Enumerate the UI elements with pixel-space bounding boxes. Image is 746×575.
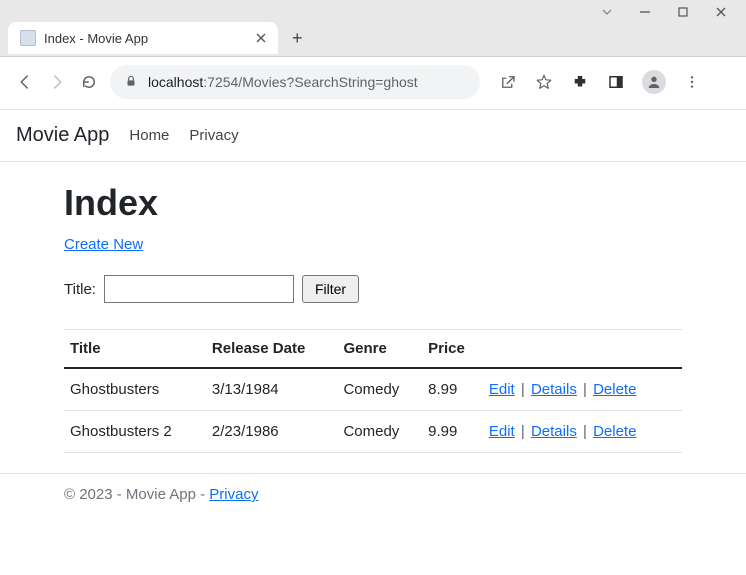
- movies-table: Title Release Date Genre Price Ghostbust…: [64, 329, 682, 453]
- cell-genre: Comedy: [337, 368, 422, 411]
- lock-icon: [124, 74, 138, 91]
- window-minimize-button[interactable]: [638, 6, 652, 18]
- forward-button[interactable]: [46, 71, 68, 93]
- cell-actions: Edit | Details | Delete: [483, 368, 682, 411]
- details-link[interactable]: Details: [531, 423, 577, 440]
- create-new-link[interactable]: Create New: [64, 236, 143, 253]
- reload-button[interactable]: [78, 71, 100, 93]
- col-title: Title: [64, 330, 206, 369]
- col-actions: [483, 330, 682, 369]
- footer-privacy-link[interactable]: Privacy: [209, 486, 258, 503]
- cell-genre: Comedy: [337, 411, 422, 453]
- cell-price: 8.99: [422, 368, 483, 411]
- delete-link[interactable]: Delete: [593, 423, 636, 440]
- cell-release: 2/23/1986: [206, 411, 338, 453]
- extensions-icon[interactable]: [570, 72, 590, 92]
- nav-home[interactable]: Home: [129, 127, 169, 144]
- cell-title: Ghostbusters: [64, 368, 206, 411]
- edit-link[interactable]: Edit: [489, 381, 515, 398]
- window-maximize-button[interactable]: [676, 6, 690, 18]
- window-close-button[interactable]: [714, 6, 728, 18]
- url-text: localhost:7254/Movies?SearchString=ghost: [148, 74, 418, 90]
- browser-tab[interactable]: Index - Movie App: [8, 22, 278, 54]
- nav-privacy[interactable]: Privacy: [189, 127, 238, 144]
- star-icon[interactable]: [534, 72, 554, 92]
- favicon-icon: [20, 30, 36, 46]
- col-release: Release Date: [206, 330, 338, 369]
- title-search-input[interactable]: [104, 275, 294, 303]
- tab-title: Index - Movie App: [44, 31, 248, 46]
- new-tab-button[interactable]: +: [284, 24, 311, 53]
- col-genre: Genre: [337, 330, 422, 369]
- brand-link[interactable]: Movie App: [16, 124, 109, 147]
- page-title: Index: [64, 182, 682, 224]
- delete-link[interactable]: Delete: [593, 381, 636, 398]
- cell-actions: Edit | Details | Delete: [483, 411, 682, 453]
- sidepanel-icon[interactable]: [606, 72, 626, 92]
- tab-close-button[interactable]: [256, 30, 266, 46]
- cell-release: 3/13/1984: [206, 368, 338, 411]
- cell-price: 9.99: [422, 411, 483, 453]
- app-navbar: Movie App Home Privacy: [0, 110, 746, 162]
- filter-button[interactable]: Filter: [302, 275, 359, 303]
- table-row: Ghostbusters 22/23/1986Comedy9.99Edit | …: [64, 411, 682, 453]
- back-button[interactable]: [14, 71, 36, 93]
- table-row: Ghostbusters3/13/1984Comedy8.99Edit | De…: [64, 368, 682, 411]
- filter-label: Title:: [64, 281, 96, 298]
- share-icon[interactable]: [498, 72, 518, 92]
- footer: © 2023 - Movie App - Privacy: [0, 473, 746, 515]
- cell-title: Ghostbusters 2: [64, 411, 206, 453]
- profile-avatar[interactable]: [642, 70, 666, 94]
- edit-link[interactable]: Edit: [489, 423, 515, 440]
- footer-copyright: © 2023 - Movie App -: [64, 486, 209, 503]
- window-chevron-icon[interactable]: [600, 6, 614, 18]
- menu-icon[interactable]: [682, 72, 702, 92]
- col-price: Price: [422, 330, 483, 369]
- details-link[interactable]: Details: [531, 381, 577, 398]
- address-bar[interactable]: localhost:7254/Movies?SearchString=ghost: [110, 65, 480, 99]
